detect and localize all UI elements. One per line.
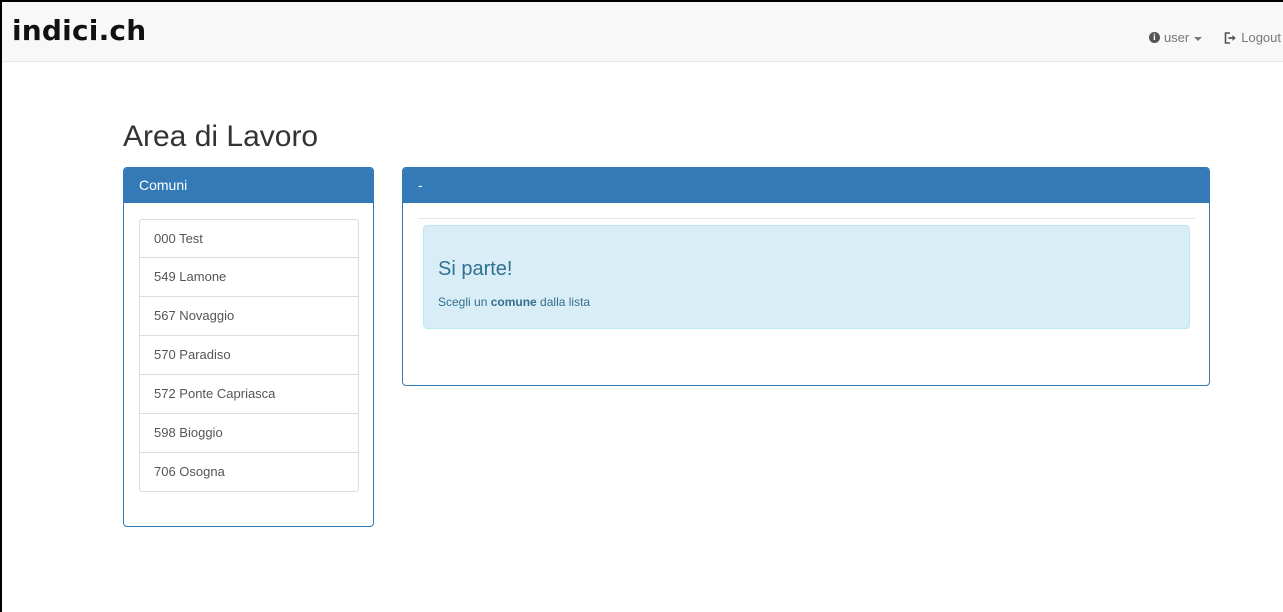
list-item-572-ponte-capriasca[interactable]: 572 Ponte Capriasca — [139, 375, 359, 414]
user-dropdown[interactable]: i user — [1148, 30, 1203, 45]
alert-text: Scegli un comune dalla lista — [438, 295, 590, 309]
logout-icon — [1224, 31, 1237, 44]
list-item-000-test[interactable]: 000 Test — [139, 219, 359, 258]
page-title: Area di Lavoro — [123, 120, 319, 153]
brand-logo[interactable]: indici.ch — [12, 14, 146, 48]
logout-label: Logout — [1241, 30, 1281, 45]
comuni-panel-heading: Comuni — [124, 168, 373, 203]
divider — [418, 218, 1195, 219]
top-navbar: indici.ch i user Logout — [2, 2, 1283, 62]
list-item-706-osogna[interactable]: 706 Osogna — [139, 453, 359, 492]
alert-text-bold: comune — [490, 295, 537, 309]
comuni-list: 000 Test 549 Lamone 567 Novaggio 570 Par… — [139, 219, 359, 492]
comuni-panel: Comuni 000 Test 549 Lamone 567 Novaggio … — [123, 167, 374, 527]
list-item-598-bioggio[interactable]: 598 Bioggio — [139, 414, 359, 453]
alert-text-after: dalla lista — [536, 295, 591, 309]
alert-text-before: Scegli un — [438, 295, 491, 309]
list-item-549-lamone[interactable]: 549 Lamone — [139, 258, 359, 297]
user-label: user — [1163, 30, 1190, 45]
list-item-567-novaggio[interactable]: 567 Novaggio — [139, 297, 359, 336]
alert-title: Si parte! — [438, 258, 513, 280]
caret-down-icon — [1194, 36, 1203, 41]
main-panel-heading: - — [403, 168, 1209, 203]
logout-link[interactable]: Logout — [1224, 30, 1281, 45]
info-circle-icon: i — [1148, 32, 1160, 43]
info-alert: Si parte! Scegli un comune dalla lista — [423, 225, 1190, 329]
navbar-right: i user Logout — [1148, 30, 1281, 45]
list-item-570-paradiso[interactable]: 570 Paradiso — [139, 336, 359, 375]
main-panel: - Si parte! Scegli un comune dalla lista — [402, 167, 1210, 386]
